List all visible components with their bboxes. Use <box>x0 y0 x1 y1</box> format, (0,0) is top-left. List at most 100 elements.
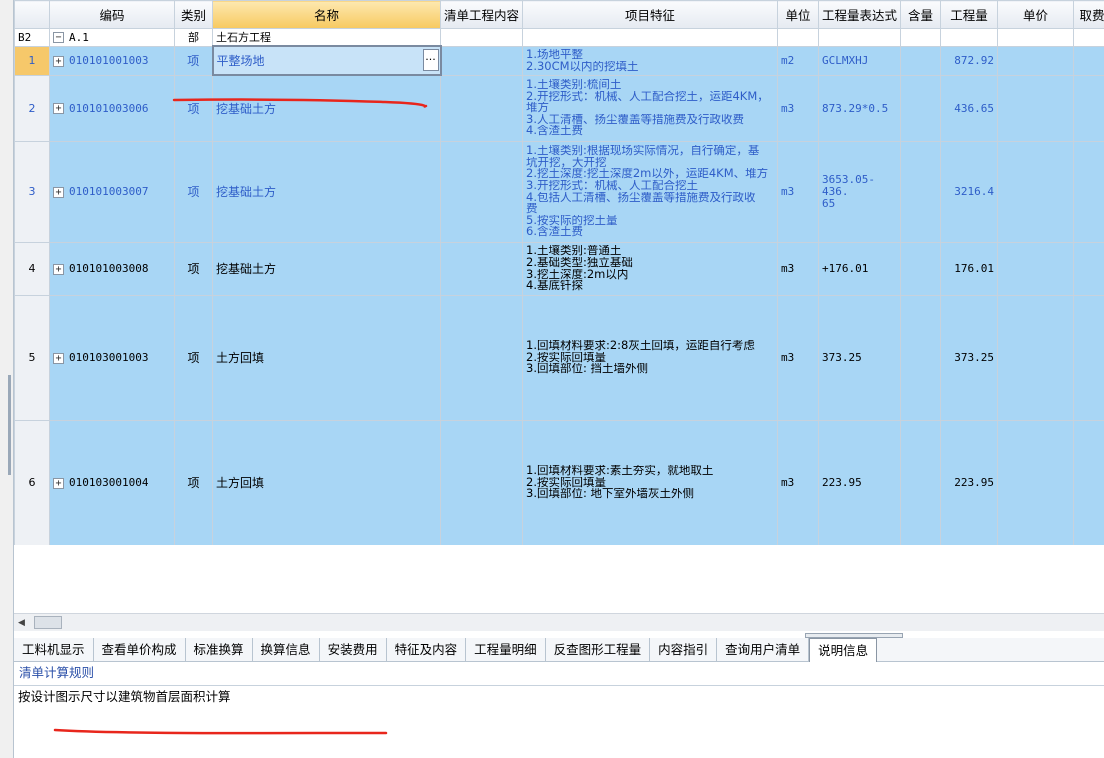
col-header-price[interactable]: 单价 <box>997 0 1074 29</box>
row-code-cell[interactable]: +010101003007 <box>49 140 175 243</box>
tab-11[interactable]: 说明信息 <box>809 638 878 662</box>
col-header-content[interactable]: 清单工程内容 <box>440 0 523 29</box>
row-expr[interactable]: 3653.05-436. 65 <box>818 140 901 243</box>
row-fee[interactable] <box>1073 294 1104 421</box>
row-unit[interactable]: m2 <box>777 45 819 76</box>
table-row[interactable]: 5 +010103001003 项土方回填 1.回填材料要求:2:8灰土回填，运距自行… <box>14 294 1104 421</box>
row-index[interactable]: 5 <box>14 294 50 421</box>
section-cell[interactable] <box>997 28 1074 47</box>
tab-4[interactable]: 换算信息 <box>253 638 320 662</box>
scrollbar-thumb[interactable] <box>34 616 62 629</box>
tab-1[interactable]: 工料机显示 <box>14 638 94 662</box>
tab-6[interactable]: 特征及内容 <box>387 638 467 662</box>
expand-icon[interactable]: + <box>53 55 64 67</box>
col-header-features[interactable]: 项目特征 <box>522 0 778 29</box>
section-cell[interactable] <box>440 28 523 47</box>
left-splitter-handle[interactable] <box>8 375 11 475</box>
row-unit[interactable]: m3 <box>777 241 819 296</box>
row-unit[interactable]: m3 <box>777 74 819 142</box>
table-row[interactable]: 1 +010101001003 项平整场地... 1.场地平整 2.30CM以内的挖填土… <box>14 45 1104 76</box>
tab-8[interactable]: 反查图形工程量 <box>546 638 651 662</box>
tab-10[interactable]: 查询用户清单 <box>717 638 810 662</box>
row-features[interactable]: 1.土壤类别:根据现场实际情况，自行确定，基 坑开挖，大开挖 2.挖土深度:挖土深度… <box>522 140 778 243</box>
row-price[interactable] <box>997 419 1074 545</box>
row-index[interactable]: 6 <box>14 419 50 545</box>
left-panel-edge[interactable] <box>0 0 14 758</box>
tab-2[interactable]: 查看单价构成 <box>94 638 186 662</box>
col-header-unit[interactable]: 单位 <box>777 0 819 29</box>
row-index[interactable]: 3 <box>14 140 50 243</box>
row-type[interactable]: 项 <box>174 241 213 296</box>
row-name[interactable]: 挖基础土方 <box>212 140 441 243</box>
row-code-cell[interactable]: +010101003008 <box>49 241 175 296</box>
row-index[interactable]: 1 <box>14 45 50 76</box>
row-type[interactable]: 项 <box>174 45 213 76</box>
row-fee[interactable] <box>1073 74 1104 142</box>
section-cell[interactable] <box>818 28 901 47</box>
section-code-cell[interactable]: − A.1 <box>49 28 175 47</box>
row-type[interactable]: 项 <box>174 294 213 421</box>
row-content[interactable] <box>440 45 523 76</box>
tab-9[interactable]: 内容指引 <box>650 638 718 662</box>
section-cell[interactable] <box>777 28 819 47</box>
row-expr[interactable]: +176.01 <box>818 241 901 296</box>
row-qty[interactable]: 872.92 <box>940 45 998 76</box>
row-features[interactable]: 1.回填材料要求:2:8灰土回填，运距自行考虑 2.按实际回填量 3.回填部位: 挡… <box>522 294 778 421</box>
col-header-fee[interactable]: 取费 <box>1073 0 1104 29</box>
collapse-icon[interactable]: − <box>53 32 64 44</box>
horizontal-scrollbar[interactable]: ◀ <box>14 613 1104 631</box>
ellipsis-button[interactable]: ... <box>422 49 439 71</box>
row-content[interactable] <box>440 140 523 243</box>
col-header-code[interactable]: 编码 <box>49 0 175 29</box>
row-content-qty[interactable] <box>900 241 941 296</box>
row-price[interactable] <box>997 45 1074 76</box>
row-index[interactable]: 2 <box>14 74 50 142</box>
row-content[interactable] <box>440 294 523 421</box>
row-price[interactable] <box>997 140 1074 243</box>
row-name[interactable]: 挖基础土方 <box>212 241 441 296</box>
row-fee[interactable] <box>1073 419 1104 545</box>
row-expr[interactable]: 223.95 <box>818 419 901 545</box>
row-features[interactable]: 1.土壤类别:普通土 2.基础类型:独立基础 3.挖土深度:2m以内 4.基底钎探 <box>522 241 778 296</box>
row-fee[interactable] <box>1073 140 1104 243</box>
expand-icon[interactable]: + <box>53 186 64 198</box>
tab-5[interactable]: 安装费用 <box>320 638 387 662</box>
row-type[interactable]: 项 <box>174 140 213 243</box>
rule-text[interactable]: 按设计图示尺寸以建筑物首层面积计算 <box>14 685 1104 758</box>
row-name-input[interactable]: 平整场地 <box>217 54 265 68</box>
row-qty[interactable]: 223.95 <box>940 419 998 545</box>
section-cell[interactable] <box>900 28 941 47</box>
table-row[interactable]: 3 +010101003007 项挖基础土方 1.土壤类别:根据现场实际情况，自行确定… <box>14 140 1104 243</box>
row-features[interactable]: 1.土壤类别:梳间土 2.开挖形式：机械、人工配合挖土，运距4KM， 堆方 3.人工清… <box>522 74 778 142</box>
row-content-qty[interactable] <box>900 140 941 243</box>
row-code-cell[interactable]: +010103001003 <box>49 294 175 421</box>
row-name[interactable]: 挖基础土方 <box>212 74 441 142</box>
row-content-qty[interactable] <box>900 294 941 421</box>
row-content[interactable] <box>440 241 523 296</box>
row-name[interactable]: 平整场地... <box>211 45 442 76</box>
tab-3[interactable]: 标准换算 <box>186 638 253 662</box>
row-unit[interactable]: m3 <box>777 294 819 421</box>
row-expr[interactable]: GCLMXHJ <box>818 45 901 76</box>
row-content-qty[interactable] <box>900 45 941 76</box>
col-header-index[interactable] <box>14 0 50 29</box>
expand-icon[interactable]: + <box>53 352 64 364</box>
expand-icon[interactable]: + <box>53 263 64 275</box>
section-cell[interactable] <box>522 28 778 47</box>
col-header-content-qty[interactable]: 含量 <box>900 0 941 29</box>
table-row[interactable]: 2 +010101003006 项挖基础土方 1.土壤类别:梳间土 2.开挖形式：机械、… <box>14 74 1104 142</box>
col-header-type[interactable]: 类别 <box>174 0 213 29</box>
row-name[interactable]: 土方回填 <box>212 294 441 421</box>
col-header-expr[interactable]: 工程量表达式 <box>818 0 901 29</box>
section-row[interactable]: B2 − A.1 部 土石方工程 <box>14 28 1104 47</box>
col-header-qty[interactable]: 工程量 <box>940 0 998 29</box>
section-type[interactable]: 部 <box>174 28 213 47</box>
section-cell[interactable] <box>940 28 998 47</box>
row-unit[interactable]: m3 <box>777 419 819 545</box>
row-type[interactable]: 项 <box>174 74 213 142</box>
row-name[interactable]: 土方回填 <box>212 419 441 545</box>
row-content[interactable] <box>440 74 523 142</box>
row-unit[interactable]: m3 <box>777 140 819 243</box>
row-price[interactable] <box>997 74 1074 142</box>
row-content[interactable] <box>440 419 523 545</box>
